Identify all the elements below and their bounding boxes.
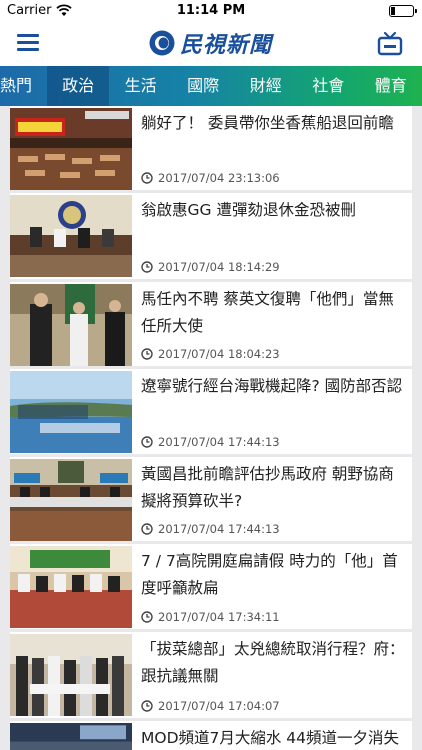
hamburger-menu-icon[interactable] xyxy=(17,33,39,53)
clock-icon xyxy=(141,172,153,184)
article-thumbnail xyxy=(10,195,132,277)
article-item[interactable]: MOD頻道7月大縮水 44頻道一夕消失 xyxy=(10,721,412,750)
clock-time: 11:14 PM xyxy=(176,3,246,18)
article-item[interactable]: 7 / 7高院開庭扁請假 時力的「他」首度呼籲赦扁 2017/07/04 17:… xyxy=(10,544,412,629)
article-timestamp: 2017/07/04 17:44:13 xyxy=(158,522,280,536)
article-meta: 2017/07/04 18:14:29 xyxy=(141,260,280,274)
article-meta: 2017/07/04 23:13:06 xyxy=(141,171,280,185)
tab-politics[interactable]: 政治 xyxy=(46,66,110,106)
article-timestamp: 2017/07/04 17:44:13 xyxy=(158,435,280,449)
tab-society[interactable]: 社會 xyxy=(297,66,360,106)
article-item[interactable]: 「拔菜總部」太兇總統取消行程？府：跟抗議無關 2017/07/04 17:04:… xyxy=(10,632,412,718)
article-title: 遼寧號行經台海戰機起降? 國防部否認 xyxy=(141,377,403,395)
article-title: 馬任內不聘 蔡英文復聘「他們」當無任所大使 xyxy=(141,290,394,335)
article-item[interactable]: 黃國昌批前瞻評估抄馬政府 朝野協商擬將預算砍半? 2017/07/04 17:4… xyxy=(10,457,412,541)
article-item[interactable]: 躺好了！ 委員帶你坐香蕉船退回前瞻 2017/07/04 23:13:06 xyxy=(10,106,412,190)
article-meta: 2017/07/04 17:34:11 xyxy=(141,610,280,624)
article-timestamp: 2017/07/04 18:14:29 xyxy=(158,260,280,274)
app-logo: 民視新聞 xyxy=(148,28,272,58)
article-timestamp: 2017/07/04 17:04:07 xyxy=(158,699,280,713)
article-title: 躺好了！ 委員帶你坐香蕉船退回前瞻 xyxy=(141,114,394,132)
app-header: 民視新聞 xyxy=(0,22,422,66)
article-thumbnail xyxy=(10,284,132,366)
category-tabs: 熱門 政治 生活 國際 財經 社會 體育 xyxy=(0,66,422,106)
tab-sports[interactable]: 體育 xyxy=(359,66,422,106)
tab-international[interactable]: 國際 xyxy=(172,66,235,106)
article-item[interactable]: 遼寧號行經台海戰機起降? 國防部否認 2017/07/04 17:44:13 xyxy=(10,369,412,454)
article-timestamp: 2017/07/04 23:13:06 xyxy=(158,171,280,185)
logo-text: 民視新聞 xyxy=(180,33,273,58)
article-title: MOD頻道7月大縮水 44頻道一夕消失 xyxy=(141,729,400,747)
article-title: 7 / 7高院開庭扁請假 時力的「他」首度呼籲赦扁 xyxy=(141,552,398,597)
article-thumbnail xyxy=(10,108,132,190)
tab-popular[interactable]: 熱門 xyxy=(0,66,47,106)
article-timestamp: 2017/07/04 18:04:23 xyxy=(158,347,280,361)
article-thumbnail xyxy=(10,723,132,750)
clock-icon xyxy=(141,348,153,360)
article-meta: 2017/07/04 17:44:13 xyxy=(141,522,280,536)
live-tv-icon[interactable] xyxy=(376,30,404,58)
tab-life[interactable]: 生活 xyxy=(109,66,172,106)
clock-icon xyxy=(141,700,153,712)
article-meta: 2017/07/04 17:04:07 xyxy=(141,699,280,713)
article-title: 「拔菜總部」太兇總統取消行程？府：跟抗議無關 xyxy=(141,640,405,685)
article-thumbnail xyxy=(10,634,132,716)
clock-icon xyxy=(141,611,153,623)
tab-finance[interactable]: 財經 xyxy=(234,66,297,106)
status-bar: Carrier 11:14 PM xyxy=(0,0,422,22)
clock-icon xyxy=(141,261,153,273)
article-item[interactable]: 翁啟惠GG 遭彈劾退休金恐被刪 2017/07/04 18:14:29 xyxy=(10,193,412,279)
ftv-logo-icon xyxy=(149,30,175,56)
article-thumbnail xyxy=(10,546,132,628)
clock-icon xyxy=(141,523,153,535)
article-title: 翁啟惠GG 遭彈劾退休金恐被刪 xyxy=(141,201,356,219)
article-item[interactable]: 馬任內不聘 蔡英文復聘「他們」當無任所大使 2017/07/04 18:04:2… xyxy=(10,282,412,366)
article-thumbnail xyxy=(10,459,132,541)
clock-icon xyxy=(141,436,153,448)
article-title: 黃國昌批前瞻評估抄馬政府 朝野協商擬將預算砍半? xyxy=(141,465,394,510)
article-meta: 2017/07/04 17:44:13 xyxy=(141,435,280,449)
article-timestamp: 2017/07/04 17:34:11 xyxy=(158,610,280,624)
article-thumbnail xyxy=(10,371,132,453)
article-meta: 2017/07/04 18:04:23 xyxy=(141,347,280,361)
battery-icon xyxy=(389,5,417,17)
